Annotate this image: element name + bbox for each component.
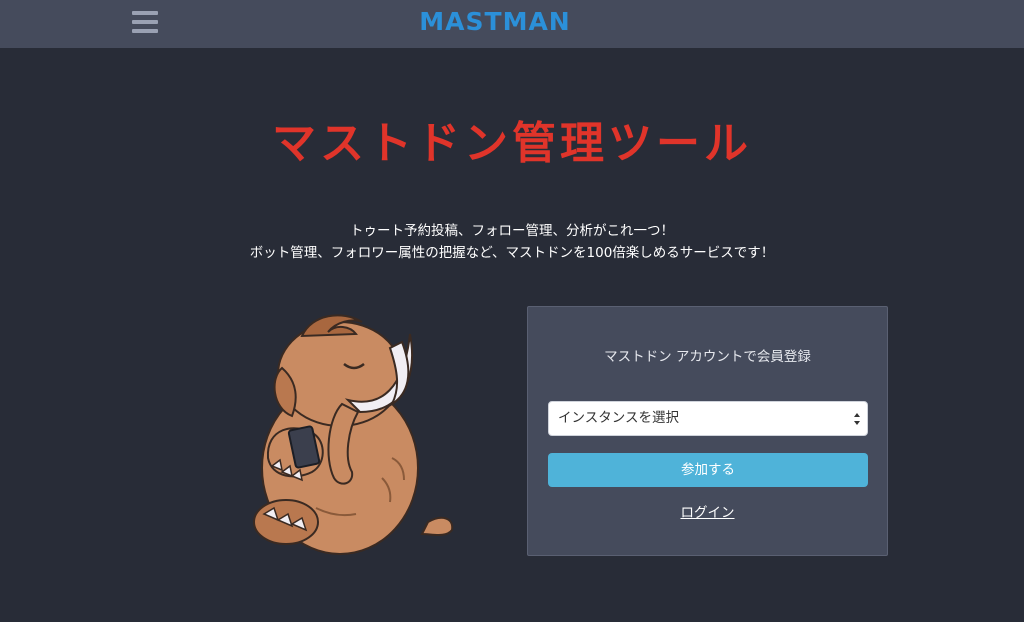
lead-line-1: トゥート予約投稿、フォロー管理、分析がこれ一つ！ xyxy=(350,223,674,239)
signup-panel: マストドン アカウントで会員登録 インスタンスを選択 参加する ログイン xyxy=(527,306,888,556)
hamburger-menu-icon[interactable] xyxy=(132,11,158,33)
select-arrows-icon xyxy=(854,413,860,425)
mastodon-mascot-illustration xyxy=(253,314,454,555)
instance-select[interactable]: インスタンスを選択 xyxy=(548,401,868,436)
lead-text: トゥート予約投稿、フォロー管理、分析がこれ一つ！ ボット管理、フォロワー属性の把… xyxy=(0,220,1024,264)
login-link[interactable]: ログイン xyxy=(528,503,887,523)
signup-title: マストドン アカウントで会員登録 xyxy=(604,349,811,365)
top-navbar: MASTMAN xyxy=(0,0,1024,48)
join-button[interactable]: 参加する xyxy=(548,453,868,487)
brand-logo[interactable]: MASTMAN xyxy=(410,6,580,38)
instance-select-value: インスタンスを選択 xyxy=(558,410,679,426)
page-title: マストドン管理ツール xyxy=(272,118,752,169)
lead-line-2: ボット管理、フォロワー属性の把握など、マストドンを100倍楽しめるサービスです！ xyxy=(249,245,775,261)
